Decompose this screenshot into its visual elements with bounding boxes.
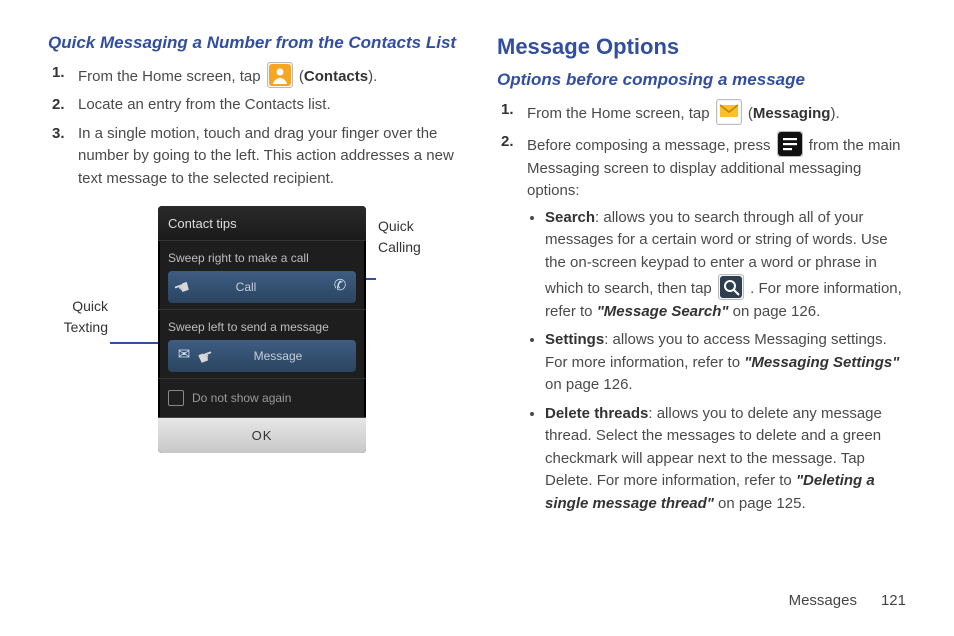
page-footer: Messages 121 [789,590,906,613]
right-steps: From the Home screen, tap (Messaging). B… [497,99,906,516]
option-tail: on page 126. [728,303,820,320]
right-h2: Options before composing a message [497,67,906,93]
contact-tips-figure: Quick Calling Quick Texting Contact tips… [48,206,457,466]
option-lead: Search [545,209,595,226]
left-step-1: From the Home screen, tap (Contacts). [78,62,457,89]
callout-text: Quick [72,298,108,314]
option-settings: Settings: allows you to access Messaging… [545,329,906,397]
right-column: Message Options Options before composing… [497,30,906,525]
contacts-icon [267,62,293,88]
ok-button: OK [158,417,366,454]
device-row-call: Sweep right to make a call Call ☚ ✆ [158,240,366,309]
callout-text: Quick [378,218,414,234]
callout-text: Texting [64,319,108,335]
option-search: Search: allows you to search through all… [545,207,906,324]
step-text: From the Home screen, tap [78,68,265,85]
do-not-show-row: Do not show again [158,378,366,417]
left-steps: From the Home screen, tap (Contacts). Lo… [48,62,457,191]
step-text: ). [830,105,839,122]
step-text: Before composing a message, press [527,137,775,154]
option-lead: Settings [545,331,604,348]
row-caption: Sweep left to send a message [168,320,329,334]
footer-section: Messages [789,592,857,609]
step-text: ). [368,68,377,85]
device-title: Contact tips [158,206,366,240]
option-delete: Delete threads: allows you to delete any… [545,403,906,516]
left-heading: Quick Messaging a Number from the Contac… [48,30,457,56]
menu-icon [777,131,803,157]
device-row-msg: Sweep left to send a message ✉ ☛ Message [158,309,366,378]
left-step-3: In a single motion, touch and drag your … [78,123,457,191]
ref: "Messaging Settings" [744,354,899,371]
right-step-1: From the Home screen, tap (Messaging). [527,99,906,126]
left-column: Quick Messaging a Number from the Contac… [48,30,457,525]
option-tail: on page 125. [714,495,806,512]
options-list: Search: allows you to search through all… [527,207,906,516]
message-strip: ✉ ☛ Message [168,340,356,372]
right-step-2: Before composing a message, press from t… [527,131,906,515]
callout-text: Calling [378,239,421,255]
contacts-label: Contacts [304,68,368,85]
left-step-2: Locate an entry from the Contacts list. [78,94,457,117]
messaging-label: Messaging [753,105,831,122]
callout-quick-calling: Quick Calling [378,216,438,258]
messaging-icon [716,99,742,125]
right-h1: Message Options [497,30,906,63]
manual-page: Quick Messaging a Number from the Contac… [0,0,954,636]
row-caption: Sweep right to make a call [168,251,309,265]
msg-label: Message [200,347,356,365]
search-icon [718,274,744,300]
footer-page: 121 [881,592,906,609]
checkbox-icon [168,390,184,406]
call-strip: Call ☚ ✆ [168,271,356,303]
option-lead: Delete threads [545,405,648,422]
callout-quick-texting: Quick Texting [48,296,108,338]
device-mock: Contact tips Sweep right to make a call … [158,206,366,453]
step-text: From the Home screen, tap [527,105,714,122]
ref: "Message Search" [597,303,729,320]
phone-icon: ✆ [324,275,356,298]
option-tail: on page 126. [545,376,633,393]
do-not-show-label: Do not show again [192,389,291,407]
